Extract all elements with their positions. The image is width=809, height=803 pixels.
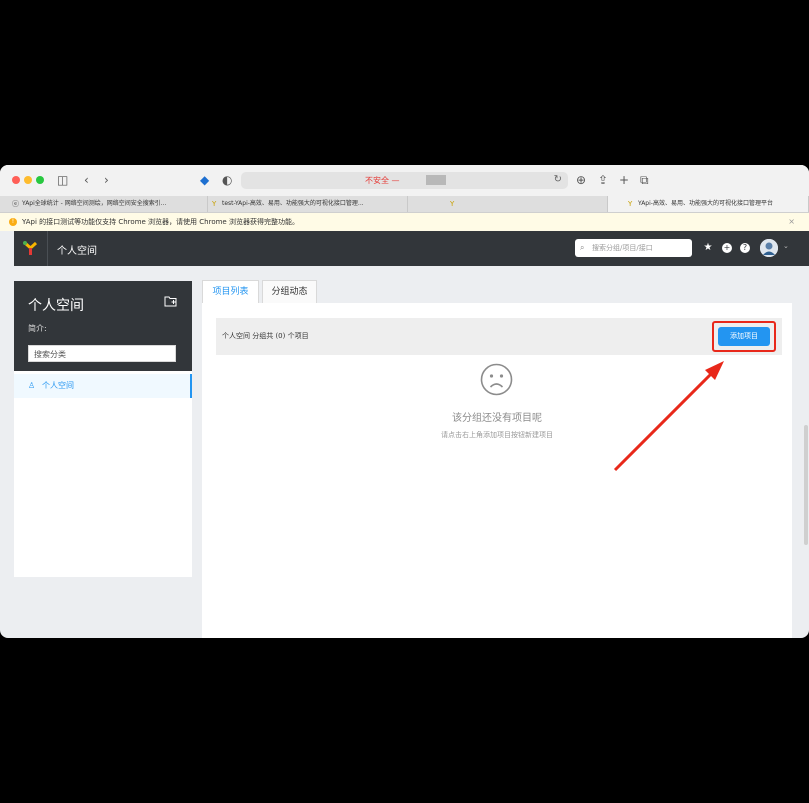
forward-icon[interactable]: › [104,173,109,187]
browser-tab[interactable]: Y test-YApi-高效、易用、功能强大的可视化接口管理... [208,196,408,212]
user-icon: ♙ [28,381,36,390]
group-sidebar: 个人空间 简介: 搜索分类 ♙ 个人空间 [14,281,192,577]
group-title: 个人空间 [28,298,84,314]
close-notice-button[interactable]: × [788,213,795,231]
project-list-panel: 个人空间 分组共 (0) 个项目 添加项目 该分组还没有项目呢 请点击右上角添加… [202,303,792,638]
privacy-shield-icon[interactable]: ◐ [222,173,232,187]
notice-message: YApi 的接口测试等功能仅支持 Chrome 浏览器，请使用 Chrome 浏… [22,218,299,226]
tab-strip: ⓔ YApi全球统计 - 网络空间测绘，网络空间安全搜索引... Y test-… [0,196,809,213]
minimize-window-button[interactable] [24,176,32,184]
folder-add-icon [164,296,177,307]
sidebar-item-label: 个人空间 [42,381,74,390]
browser-notice: ! YApi 的接口测试等功能仅支持 Chrome 浏览器，请使用 Chrome… [0,213,809,231]
page-title: 个人空间 [57,246,97,257]
browser-toolbar: ◫ ‹ › ◆ ◐ 不安全 — ↻ ⊕ ⇪ + ⧉ [0,165,809,196]
back-icon[interactable]: ‹ [84,173,89,187]
zoom-window-button[interactable] [36,176,44,184]
yapi-icon: Y [450,200,455,208]
sidebar-header: 个人空间 简介: 搜索分类 [14,281,192,371]
search-placeholder: 搜索分组/项目/接口 [592,244,653,252]
site-icon: ⓔ [12,200,19,208]
reload-icon[interactable]: ↻ [554,174,562,185]
add-circle-icon[interactable]: + [722,243,732,253]
category-search-input[interactable]: 搜索分类 [28,345,176,362]
address-bar[interactable]: 不安全 — ↻ [241,172,568,189]
project-count-label: 个人空间 分组共 (0) 个项目 [222,332,309,340]
avatar-icon [760,239,778,257]
close-window-button[interactable] [12,176,20,184]
share-icon[interactable]: ⇪ [598,173,608,187]
tab-project-list[interactable]: 项目列表 [202,280,259,303]
app-header: 个人空间 ⌕ 搜索分组/项目/接口 ★ + ? ⌄ [14,231,809,266]
browser-tab-active[interactable]: Y YApi-高效、易用、功能强大的可视化接口管理平台 [608,196,809,212]
project-list-header: 个人空间 分组共 (0) 个项目 添加项目 [216,318,782,355]
search-icon: ⌕ [580,243,585,252]
group-intro-label: 简介: [28,324,47,333]
empty-state-subtitle: 请点击右上角添加项目按钮新建项目 [441,431,553,439]
add-project-button[interactable]: 添加项目 [718,327,770,346]
browser-window: ◫ ‹ › ◆ ◐ 不安全 — ↻ ⊕ ⇪ + ⧉ ⓔ YApi全球统计 - 网… [0,165,809,638]
chevron-down-icon[interactable]: ⌄ [783,242,789,250]
tab-overview-icon[interactable]: ⧉ [640,173,649,187]
yapi-logo[interactable] [14,231,48,266]
empty-state-title: 该分组还没有项目呢 [452,413,542,424]
star-icon[interactable]: ★ [702,242,714,254]
redacted-url [426,175,446,185]
layers-extension-icon[interactable]: ◆ [200,173,209,187]
tab-label: YApi-高效、易用、功能强大的可视化接口管理平台 [638,200,773,207]
search-input[interactable]: ⌕ 搜索分组/项目/接口 [575,239,692,257]
warning-icon: ! [9,218,17,226]
sidebar-item-personal-space[interactable]: ♙ 个人空间 [14,374,192,398]
help-icon[interactable]: ? [740,243,750,253]
page-scrollbar[interactable] [804,425,808,545]
browser-tab[interactable]: Y [408,196,608,212]
yapi-icon: Y [628,200,633,208]
yapi-logo-icon [23,241,38,255]
add-group-icon[interactable] [164,295,178,310]
avatar[interactable] [760,239,778,257]
tab-label: YApi全球统计 - 网络空间测绘，网络空间安全搜索引... [22,200,167,207]
tab-label: test-YApi-高效、易用、功能强大的可视化接口管理... [222,200,364,207]
browser-tab[interactable]: ⓔ YApi全球统计 - 网络空间测绘，网络空间安全搜索引... [8,196,208,212]
sad-face-icon [480,363,513,396]
new-tab-icon[interactable]: + [619,173,629,187]
insecure-warning: 不安全 — [365,176,400,185]
download-icon[interactable]: ⊕ [576,173,586,187]
sidebar-toggle-icon[interactable]: ◫ [57,173,68,187]
tab-group-activity[interactable]: 分组动态 [262,280,317,303]
yapi-icon: Y [212,200,217,208]
